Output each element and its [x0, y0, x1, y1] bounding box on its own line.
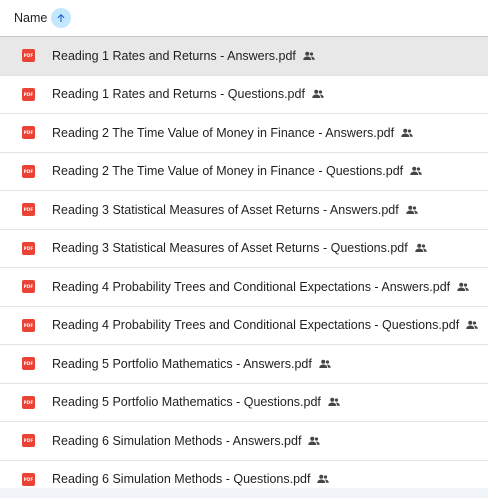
pdf-icon: PDF — [22, 434, 35, 448]
file-list: PDF Reading 1 Rates and Returns - Answers… — [0, 37, 488, 498]
pdf-icon: PDF — [22, 357, 35, 371]
file-name: Reading 1 Rates and Returns - Questions.… — [52, 87, 305, 102]
shared-people-icon — [466, 320, 478, 330]
file-name: Reading 6 Simulation Methods - Questions… — [52, 472, 311, 487]
shared-people-icon — [303, 51, 315, 61]
file-name: Reading 3 Statistical Measures of Asset … — [52, 241, 408, 256]
shared-people-icon — [319, 359, 331, 369]
file-name: Reading 4 Probability Trees and Conditio… — [52, 279, 451, 294]
pdf-icon-text: PDF — [23, 130, 34, 136]
pdf-icon: PDF — [22, 126, 35, 140]
shared-people-icon — [308, 436, 321, 446]
file-row[interactable]: PDF Reading 5 Portfolio Mathematics - Ans… — [0, 345, 488, 384]
file-row[interactable]: PDF Reading 2 The Time Value of Money in … — [0, 153, 488, 191]
pdf-icon: PDF — [22, 280, 35, 294]
shared-people-icon — [312, 89, 324, 99]
pdf-icon: PDF — [22, 395, 35, 409]
file-name: Reading 1 Rates and Returns - Answers.pd… — [52, 48, 296, 63]
pdf-icon-text: PDF — [23, 91, 34, 97]
shared-people-icon — [317, 474, 330, 484]
pdf-icon-text: PDF — [23, 438, 34, 444]
shared-people-icon — [414, 243, 427, 253]
pdf-icon: PDF — [22, 49, 35, 63]
shared-people-icon — [405, 205, 418, 215]
pdf-icon-text: PDF — [23, 399, 34, 405]
file-row[interactable]: PDF Reading 3 Statistical Measures of Ass… — [0, 230, 488, 268]
pdf-icon: PDF — [22, 203, 35, 217]
name-column-header[interactable]: Name — [14, 11, 47, 25]
pdf-icon-text: PDF — [23, 53, 34, 59]
shared-people-icon — [328, 397, 340, 407]
pdf-icon-text: PDF — [23, 207, 34, 213]
pdf-icon-text: PDF — [23, 245, 34, 251]
sort-ascending-button[interactable] — [51, 8, 72, 28]
file-row[interactable]: PDF Reading 1 Rates and Returns - Answers… — [0, 37, 488, 76]
file-row[interactable]: PDF Reading 6 Simulation Methods - Answer… — [0, 422, 488, 461]
list-header: Name — [0, 0, 488, 37]
file-name: Reading 5 Portfolio Mathematics - Questi… — [52, 395, 321, 410]
pdf-icon: PDF — [22, 472, 35, 486]
shared-people-icon — [401, 128, 413, 138]
file-row[interactable]: PDF Reading 4 Probability Trees and Condi… — [0, 268, 488, 307]
file-name: Reading 5 Portfolio Mathematics - Answer… — [52, 356, 312, 371]
file-row[interactable]: PDF Reading 4 Probability Trees and Condi… — [0, 307, 488, 345]
pdf-icon-text: PDF — [23, 168, 34, 174]
pdf-icon: PDF — [22, 318, 35, 332]
file-name: Reading 2 The Time Value of Money in Fin… — [52, 125, 395, 140]
file-name: Reading 2 The Time Value of Money in Fin… — [52, 164, 404, 179]
arrow-upward-icon — [57, 14, 65, 22]
pdf-icon: PDF — [22, 87, 35, 101]
file-row[interactable]: PDF Reading 3 Statistical Measures of Ass… — [0, 191, 488, 230]
pdf-icon: PDF — [22, 241, 35, 255]
pdf-icon-text: PDF — [23, 284, 34, 290]
bottom-bar — [0, 488, 488, 498]
file-name: Reading 3 Statistical Measures of Asset … — [52, 202, 399, 217]
file-row[interactable]: PDF Reading 1 Rates and Returns - Questio… — [0, 76, 488, 114]
pdf-icon-text: PDF — [23, 322, 34, 328]
file-name: Reading 6 Simulation Methods - Answers.p… — [52, 433, 302, 448]
file-row[interactable]: PDF Reading 5 Portfolio Mathematics - Que… — [0, 384, 488, 422]
shared-people-icon — [457, 282, 469, 292]
file-name: Reading 4 Probability Trees and Conditio… — [52, 318, 460, 333]
pdf-icon: PDF — [22, 164, 35, 178]
pdf-icon-text: PDF — [23, 361, 34, 367]
shared-people-icon — [410, 166, 422, 176]
pdf-icon-text: PDF — [23, 476, 34, 482]
file-row[interactable]: PDF Reading 2 The Time Value of Money in … — [0, 114, 488, 153]
